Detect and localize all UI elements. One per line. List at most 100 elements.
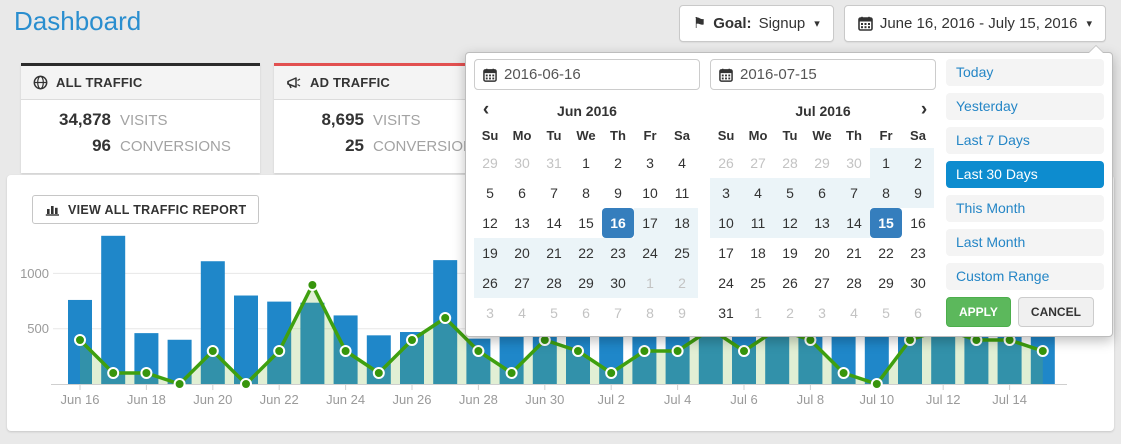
calendar-day[interactable]: 17: [634, 208, 666, 238]
calendar-day[interactable]: 24: [710, 268, 742, 298]
cancel-button[interactable]: CANCEL: [1018, 297, 1094, 327]
calendar-day[interactable]: 30: [902, 268, 934, 298]
apply-button[interactable]: APPLY: [946, 297, 1011, 327]
calendar-day[interactable]: 2: [902, 148, 934, 178]
calendar-day[interactable]: 6: [902, 298, 934, 328]
calendar-day[interactable]: 6: [570, 298, 602, 328]
calendar-day[interactable]: 30: [602, 268, 634, 298]
calendar-day[interactable]: 3: [806, 298, 838, 328]
calendar-day[interactable]: 7: [838, 178, 870, 208]
range-preset-custom-range[interactable]: Custom Range: [946, 263, 1104, 290]
calendar-day[interactable]: 5: [474, 178, 506, 208]
calendar-day[interactable]: 6: [506, 178, 538, 208]
calendar-day[interactable]: 8: [870, 178, 902, 208]
calendar-day[interactable]: 24: [634, 238, 666, 268]
calendar-day[interactable]: 16: [902, 208, 934, 238]
calendar-day[interactable]: 26: [774, 268, 806, 298]
calendar-day[interactable]: 29: [870, 268, 902, 298]
calendar-day[interactable]: 28: [838, 268, 870, 298]
calendar-day[interactable]: 2: [774, 298, 806, 328]
calendar-day[interactable]: 29: [806, 148, 838, 178]
calendar-day[interactable]: 11: [742, 208, 774, 238]
calendar-day[interactable]: 26: [710, 148, 742, 178]
calendar-day[interactable]: 19: [474, 238, 506, 268]
calendar-day[interactable]: 2: [666, 268, 698, 298]
calendar-day[interactable]: 29: [570, 268, 602, 298]
calendar-day[interactable]: 1: [634, 268, 666, 298]
range-preset-last-7-days[interactable]: Last 7 Days: [946, 127, 1104, 154]
calendar-day[interactable]: 5: [774, 178, 806, 208]
calendar-day[interactable]: 28: [538, 268, 570, 298]
end-date-input[interactable]: 2016-07-15: [710, 59, 936, 90]
calendar-day[interactable]: 26: [474, 268, 506, 298]
view-all-traffic-report-button[interactable]: VIEW ALL TRAFFIC REPORT: [32, 195, 259, 224]
calendar-day-selected[interactable]: 15: [870, 208, 902, 238]
calendar-day[interactable]: 18: [742, 238, 774, 268]
calendar-day[interactable]: 13: [506, 208, 538, 238]
calendar-day[interactable]: 5: [538, 298, 570, 328]
range-preset-last-30-days[interactable]: Last 30 Days: [946, 161, 1104, 188]
calendar-day[interactable]: 2: [602, 148, 634, 178]
calendar-day[interactable]: 15: [570, 208, 602, 238]
calendar-day[interactable]: 25: [666, 238, 698, 268]
calendar-day[interactable]: 1: [742, 298, 774, 328]
calendar-day[interactable]: 20: [806, 238, 838, 268]
calendar-day[interactable]: 12: [774, 208, 806, 238]
calendar-day[interactable]: 9: [902, 178, 934, 208]
calendar-day[interactable]: 28: [774, 148, 806, 178]
calendar-day[interactable]: 14: [838, 208, 870, 238]
calendar-day[interactable]: 8: [634, 298, 666, 328]
calendar-day[interactable]: 27: [506, 268, 538, 298]
calendar-day[interactable]: 21: [538, 238, 570, 268]
calendar-day[interactable]: 22: [570, 238, 602, 268]
calendar-day[interactable]: 23: [602, 238, 634, 268]
calendar-day-selected[interactable]: 16: [602, 208, 634, 238]
calendar-day[interactable]: 20: [506, 238, 538, 268]
calendar-day[interactable]: 4: [742, 178, 774, 208]
calendar-day[interactable]: 29: [474, 148, 506, 178]
calendar-day[interactable]: 27: [742, 148, 774, 178]
calendar-day[interactable]: 4: [506, 298, 538, 328]
calendar-day[interactable]: 4: [666, 148, 698, 178]
calendar-day[interactable]: 27: [806, 268, 838, 298]
calendar-day[interactable]: 30: [838, 148, 870, 178]
calendar-day[interactable]: 14: [538, 208, 570, 238]
calendar-day[interactable]: 7: [602, 298, 634, 328]
calendar-day[interactable]: 8: [570, 178, 602, 208]
calendar-day[interactable]: 12: [474, 208, 506, 238]
calendar-day[interactable]: 25: [742, 268, 774, 298]
calendar-day[interactable]: 23: [902, 238, 934, 268]
calendar-day[interactable]: 1: [870, 148, 902, 178]
calendar-day[interactable]: 18: [666, 208, 698, 238]
calendar-day[interactable]: 3: [710, 178, 742, 208]
calendar-day[interactable]: 22: [870, 238, 902, 268]
next-month-arrow[interactable]: ›: [912, 98, 936, 122]
calendar-day[interactable]: 13: [806, 208, 838, 238]
calendar-day[interactable]: 11: [666, 178, 698, 208]
calendar-day[interactable]: 4: [838, 298, 870, 328]
start-date-input[interactable]: 2016-06-16: [474, 59, 700, 90]
goal-selector-button[interactable]: ⚑ Goal: Signup ▾: [679, 5, 834, 42]
calendar-day[interactable]: 10: [710, 208, 742, 238]
range-preset-today[interactable]: Today: [946, 59, 1104, 86]
calendar-day[interactable]: 31: [538, 148, 570, 178]
calendar-day[interactable]: 3: [634, 148, 666, 178]
range-preset-yesterday[interactable]: Yesterday: [946, 93, 1104, 120]
calendar-day[interactable]: 17: [710, 238, 742, 268]
calendar-day[interactable]: 6: [806, 178, 838, 208]
calendar-day[interactable]: 19: [774, 238, 806, 268]
calendar-day[interactable]: 1: [570, 148, 602, 178]
calendar-day[interactable]: 5: [870, 298, 902, 328]
calendar-day[interactable]: 7: [538, 178, 570, 208]
calendar-day[interactable]: 3: [474, 298, 506, 328]
range-preset-last-month[interactable]: Last Month: [946, 229, 1104, 256]
daterange-button[interactable]: June 16, 2016 - July 15, 2016 ▾: [844, 5, 1106, 42]
calendar-day[interactable]: 21: [838, 238, 870, 268]
calendar-day[interactable]: 10: [634, 178, 666, 208]
calendar-day[interactable]: 9: [666, 298, 698, 328]
prev-month-arrow[interactable]: ‹: [474, 98, 498, 122]
calendar-day[interactable]: 30: [506, 148, 538, 178]
calendar-day[interactable]: 9: [602, 178, 634, 208]
range-preset-this-month[interactable]: This Month: [946, 195, 1104, 222]
calendar-day[interactable]: 31: [710, 298, 742, 328]
